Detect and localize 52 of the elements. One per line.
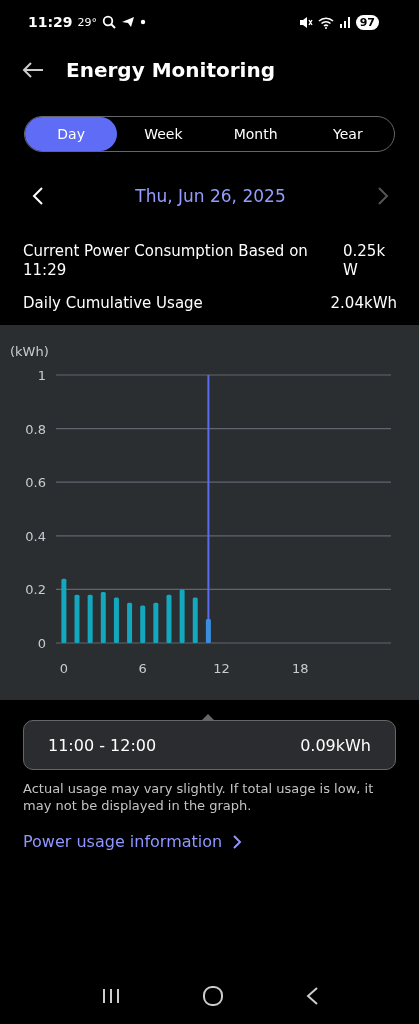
usage-bar[interactable] [192, 597, 198, 643]
period-tab[interactable]: Week [117, 117, 210, 151]
search-icon [102, 15, 117, 29]
x-tick-label: 6 [138, 661, 147, 676]
dot-icon [140, 19, 147, 25]
date-label: Thu, Jun 26, 2025 [135, 186, 286, 206]
usage-bar[interactable] [127, 602, 133, 643]
usage-bar[interactable] [61, 578, 67, 643]
back-nav-button[interactable] [304, 986, 319, 1006]
page-title: Energy Monitoring [66, 58, 275, 82]
y-tick-label: 0.6 [25, 475, 46, 491]
usage-bar[interactable] [140, 605, 146, 643]
usage-bar[interactable] [205, 618, 211, 643]
x-tick-label: 12 [213, 661, 230, 676]
usage-bar[interactable] [74, 594, 80, 643]
x-tick-label: 18 [292, 661, 309, 676]
usage-value: 0.09kWh [300, 735, 371, 755]
stat-value: 2.04kWh [330, 294, 397, 313]
time-range: 11:00 - 12:00 [48, 735, 157, 755]
usage-bar[interactable] [113, 597, 119, 643]
power-usage-link[interactable]: Power usage information [23, 832, 243, 851]
chevron-right-icon [232, 833, 243, 850]
back-button[interactable] [22, 62, 44, 78]
period-tab[interactable]: Day [25, 117, 118, 151]
stat-value: 0.25kW [343, 242, 387, 280]
y-tick-label: 0.8 [25, 421, 46, 437]
usage-bar[interactable] [166, 594, 172, 643]
usage-bar[interactable] [100, 592, 106, 643]
mute-icon [298, 15, 313, 29]
recent-apps-button[interactable] [100, 987, 121, 1005]
y-tick-label: 0 [37, 636, 46, 651]
y-tick-label: 1 [37, 368, 46, 383]
stat-label: Daily Cumulative Usage [23, 294, 204, 313]
period-tab[interactable]: Month [209, 117, 302, 151]
battery-level: 97 [355, 14, 379, 30]
home-button[interactable] [201, 985, 224, 1007]
send-icon [121, 16, 136, 28]
disclaimer-text: Actual usage may vary slightly. If total usage is low, it may not be displayed in the graph. [23, 780, 375, 814]
y-axis-unit: (kWh) [10, 344, 49, 359]
y-tick-label: 0.2 [25, 582, 46, 598]
previous-day-button[interactable] [32, 187, 44, 205]
period-tab[interactable]: Year [301, 117, 394, 151]
usage-bar[interactable] [153, 602, 159, 643]
x-tick-label: 0 [59, 661, 68, 676]
usage-bar[interactable] [87, 594, 93, 643]
usage-bar[interactable] [179, 589, 185, 643]
wifi-icon [317, 15, 334, 29]
stat-label: Current Power Consumption Based on 11:29 [23, 242, 309, 280]
y-tick-label: 0.4 [25, 528, 46, 544]
signal-icon [338, 16, 351, 28]
temperature: 29° [77, 15, 98, 29]
status-time: 11:29 [28, 14, 73, 30]
